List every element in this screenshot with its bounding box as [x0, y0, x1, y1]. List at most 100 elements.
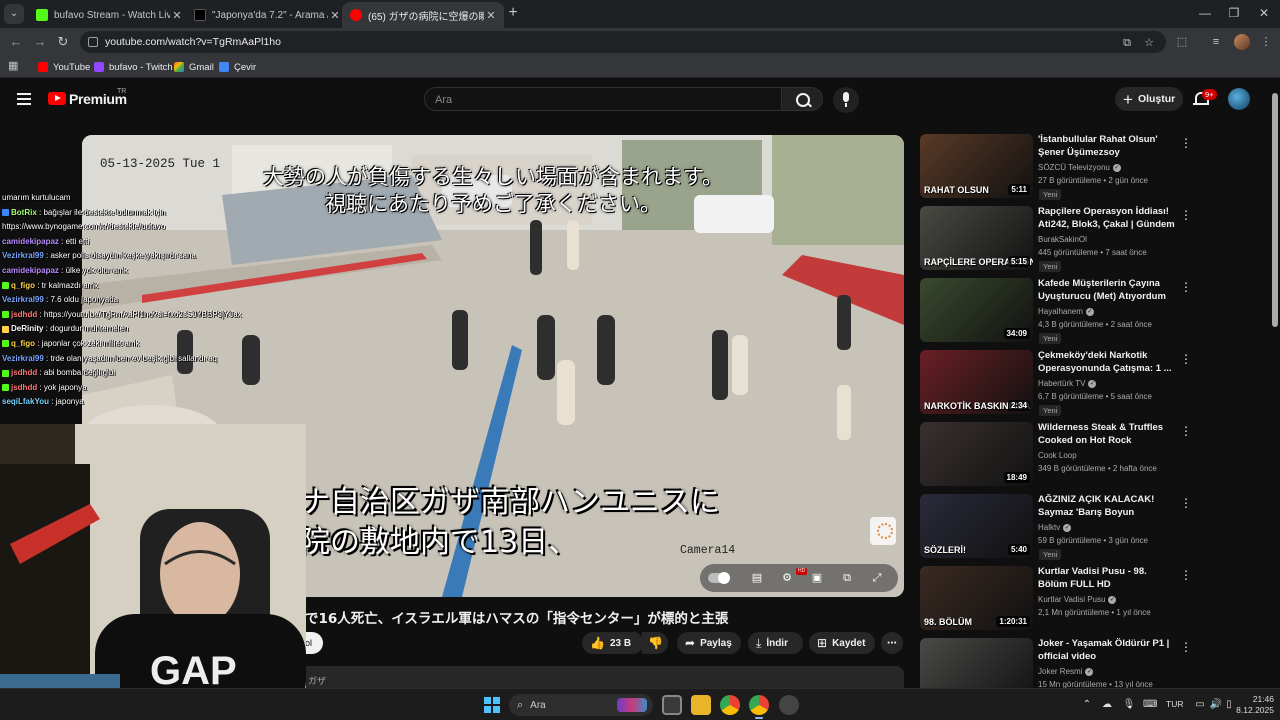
- search-icon[interactable]: [781, 87, 823, 111]
- recommended-video[interactable]: NARKOTİK BASKININDA 2:34 Çekmeköy'deki Nar…: [920, 350, 1192, 416]
- video-thumbnail[interactable]: NARKOTİK BASKININDA 2:34: [920, 350, 1033, 414]
- like-button[interactable]: 👍 23 B: [582, 632, 644, 654]
- fullscreen-icon[interactable]: ⤢: [870, 571, 884, 585]
- close-icon[interactable]: ✕: [170, 9, 184, 22]
- tab-youtube-video[interactable]: (65) ガザの病院に空爆の瞬間 ✕: [342, 2, 504, 28]
- channel-name[interactable]: Cook Loop: [1038, 451, 1077, 460]
- chat-username[interactable]: Vezirkral99: [2, 251, 44, 260]
- video-thumbnail[interactable]: RAHAT OLSUN 5:11: [920, 134, 1033, 198]
- bookmark-twitch[interactable]: bufavo - Twitch: [94, 60, 173, 74]
- tab-search-button[interactable]: ⌄: [4, 4, 24, 24]
- tab-x-search[interactable]: "Japonya'da 7.2" - Arama / X ✕: [186, 2, 348, 28]
- chat-username[interactable]: jsdhdd: [11, 383, 37, 392]
- recommended-video[interactable]: RAPÇİLERE OPERASYON 5:15 Rapçilere Operasy…: [920, 206, 1192, 272]
- scrollbar-thumb[interactable]: [1272, 93, 1278, 327]
- channel-name[interactable]: Habertürk TV ✓: [1038, 379, 1097, 388]
- video-title[interactable]: Kafede Müşterilerin Çayına Uyuşturucu (M…: [1038, 278, 1178, 303]
- media-control-icon[interactable]: ≡: [1208, 34, 1224, 50]
- more-options-icon[interactable]: ⋮: [1180, 208, 1192, 222]
- new-tab-button[interactable]: +: [504, 4, 522, 22]
- channel-name[interactable]: Halktv ✓: [1038, 523, 1072, 532]
- recommended-video[interactable]: 18:49 Wilderness Steak & Truffles Cooked …: [920, 422, 1192, 486]
- taskbar-search[interactable]: ⌕ Ara: [509, 694, 653, 716]
- video-thumbnail[interactable]: RAPÇİLERE OPERASYON 5:15: [920, 206, 1033, 270]
- chat-username[interactable]: q_figo: [11, 339, 35, 348]
- reload-icon[interactable]: ↻: [55, 34, 71, 50]
- more-options-icon[interactable]: ⋮: [1180, 136, 1192, 150]
- file-explorer-icon[interactable]: [691, 695, 711, 715]
- tray-overflow-icon[interactable]: ⌃: [1080, 698, 1094, 712]
- save-button[interactable]: ⊞ Kaydet: [809, 632, 875, 654]
- cast-icon[interactable]: ⧉: [840, 571, 854, 585]
- description-box[interactable]: [300, 666, 904, 688]
- recommended-video[interactable]: 98. BÖLÜM 1:20:31 Kurtlar Vadisi Pusu - 98…: [920, 566, 1192, 630]
- chat-username[interactable]: DeRinity: [11, 324, 43, 333]
- more-options-icon[interactable]: ⋮: [1180, 568, 1192, 582]
- apps-grid-icon[interactable]: ▦: [8, 60, 20, 72]
- chat-username[interactable]: jsdhdd: [11, 310, 37, 319]
- video-thumbnail[interactable]: 34:09: [920, 278, 1033, 342]
- dislike-button[interactable]: 👎: [642, 632, 668, 654]
- app-icon[interactable]: [779, 695, 799, 715]
- chat-username[interactable]: seqiLfakYou: [2, 397, 49, 406]
- chat-username[interactable]: jsdhdd: [11, 368, 37, 377]
- video-title[interactable]: Kurtlar Vadisi Pusu - 98. Bölüm FULL HD: [1038, 566, 1178, 591]
- more-options-icon[interactable]: ⋮: [1180, 640, 1192, 654]
- account-avatar[interactable]: [1228, 88, 1250, 110]
- hamburger-menu-icon[interactable]: [17, 93, 31, 105]
- chrome-active-icon[interactable]: [749, 695, 769, 715]
- tab-bufavo-stream[interactable]: bufavo Stream - Watch Live on ✕: [28, 2, 190, 28]
- channel-name[interactable]: Kurtlar Vadisi Pusu ✓: [1038, 595, 1117, 604]
- close-icon[interactable]: ✕: [484, 9, 498, 22]
- subtitles-icon[interactable]: ▤: [750, 571, 764, 585]
- video-title[interactable]: AĞZINIZ AÇIK KALACAK! Saymaz 'Barış Boyu…: [1038, 494, 1178, 519]
- chat-username[interactable]: Vezirkral99: [2, 295, 44, 304]
- volume-icon[interactable]: 🔊: [1209, 698, 1223, 712]
- miniplayer-icon[interactable]: ▣: [810, 571, 824, 585]
- profile-avatar[interactable]: [1234, 34, 1250, 50]
- bookmark-gmail[interactable]: Gmail: [174, 60, 214, 74]
- cast-icon[interactable]: ⧉: [1120, 36, 1134, 50]
- forward-icon[interactable]: →: [32, 34, 48, 50]
- restore-icon[interactable]: ❐: [1222, 4, 1246, 22]
- chat-username[interactable]: BotRix: [11, 208, 37, 217]
- autoplay-toggle[interactable]: [708, 572, 730, 584]
- channel-name[interactable]: Hayalhanem ✓: [1038, 307, 1094, 316]
- video-title[interactable]: 'İstanbullular Rahat Olsun' Şener Üşümez…: [1038, 134, 1178, 159]
- keyboard-icon[interactable]: ⌨: [1143, 698, 1157, 712]
- more-options-icon[interactable]: ⋮: [1180, 424, 1192, 438]
- recommended-video[interactable]: SÖZLERİ! 5:40 AĞZINIZ AÇIK KALACAK! Saymaz…: [920, 494, 1192, 560]
- more-options-icon[interactable]: ⋮: [1180, 352, 1192, 366]
- chrome-icon[interactable]: [720, 695, 740, 715]
- search-box[interactable]: [424, 87, 782, 111]
- bookmark-translate[interactable]: Çevir: [219, 60, 256, 74]
- recommended-video[interactable]: 34:09 Kafede Müşterilerin Çayına Uyuşturu…: [920, 278, 1192, 344]
- back-icon[interactable]: ←: [8, 34, 24, 50]
- task-view-icon[interactable]: [662, 695, 682, 715]
- microphone-icon[interactable]: [833, 87, 859, 113]
- chat-username[interactable]: camidekipapaz: [2, 237, 59, 246]
- recommended-video[interactable]: RAHAT OLSUN 5:11 'İstanbullular Rahat Olsu…: [920, 134, 1192, 200]
- windows-start-icon[interactable]: [484, 697, 500, 713]
- video-title[interactable]: Joker - Yaşamak Öldürür P1 | official vi…: [1038, 638, 1178, 663]
- video-thumbnail[interactable]: 98. BÖLÜM 1:20:31: [920, 566, 1033, 630]
- chat-username[interactable]: Vezirkral99: [2, 354, 44, 363]
- more-actions-button[interactable]: ⋯: [881, 632, 903, 654]
- video-thumbnail[interactable]: 18:49: [920, 422, 1033, 486]
- subscribe-button[interactable]: ol: [305, 632, 323, 654]
- video-title[interactable]: Rapçilere Operasyon İddiası! Ati242, Blo…: [1038, 206, 1178, 231]
- channel-name[interactable]: Joker Resmi ✓: [1038, 667, 1094, 676]
- channel-name[interactable]: SÖZCÜ Televizyonu ✓: [1038, 163, 1121, 172]
- search-input[interactable]: [435, 92, 765, 107]
- network-icon[interactable]: ▭: [1193, 698, 1207, 712]
- system-clock[interactable]: 21:46 8.12.2025: [1230, 694, 1274, 716]
- video-title[interactable]: Çekmeköy'deki Narkotik Operasyonunda Çat…: [1038, 350, 1178, 375]
- bookmark-star-icon[interactable]: ☆: [1142, 36, 1156, 50]
- settings-gear-icon[interactable]: ⚙: [780, 571, 794, 585]
- create-button[interactable]: + Oluştur: [1115, 87, 1183, 111]
- minimize-icon[interactable]: —: [1193, 4, 1217, 22]
- youtube-logo-icon[interactable]: [48, 92, 66, 105]
- site-info-icon[interactable]: [88, 37, 98, 47]
- bookmark-youtube[interactable]: YouTube: [38, 60, 90, 74]
- microphone-icon[interactable]: 🎙: [1122, 698, 1136, 712]
